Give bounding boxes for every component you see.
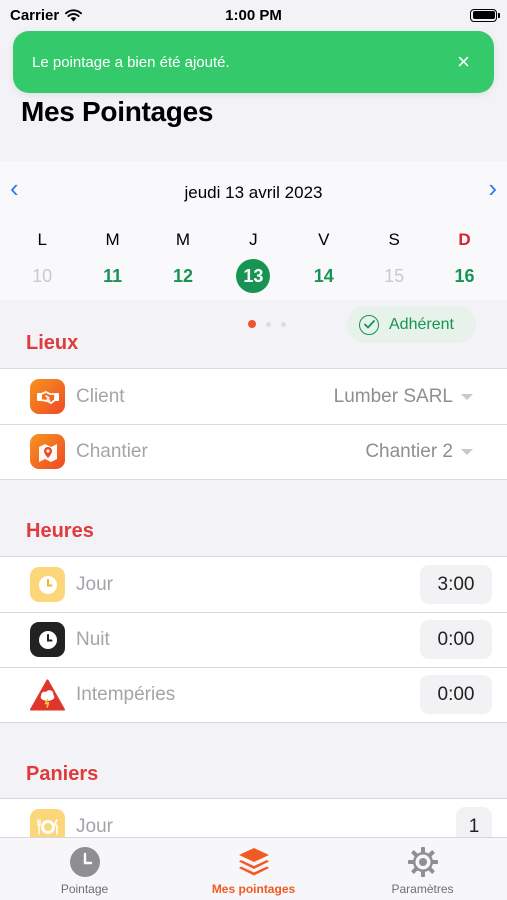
heures-jour-row[interactable]: Jour 3:00 <box>0 557 507 612</box>
day-number-selected: 13 <box>236 259 271 293</box>
layers-icon <box>238 848 269 876</box>
chantier-value: Chantier 2 <box>365 440 453 462</box>
storm-warning-icon <box>30 677 65 712</box>
badge-label: Adhérent <box>389 315 454 333</box>
day-letter: M <box>105 230 120 249</box>
battery-icon <box>470 8 500 22</box>
carrier-label: Carrier <box>10 6 60 24</box>
chantier-label: Chantier <box>76 440 148 462</box>
day-number: 11 <box>103 265 123 286</box>
heures-nuit-value[interactable]: 0:00 <box>420 620 492 659</box>
day-letter: S <box>388 230 400 249</box>
section-title-heures: Heures <box>26 520 94 542</box>
checkmark-circle-icon <box>359 314 379 335</box>
day-sunday[interactable]: D 16 <box>429 229 499 293</box>
clock-icon <box>69 847 100 877</box>
heures-jour-label: Jour <box>76 573 113 595</box>
day-letter: M <box>175 230 191 249</box>
day-number: 16 <box>454 265 475 286</box>
carrier-info: Carrier <box>10 6 83 24</box>
day-letter: V <box>318 230 330 249</box>
lieux-group: Client Lumber SARL Chantier Chantier 2 <box>0 368 507 480</box>
day-number: 15 <box>384 265 405 286</box>
intemperies-label: Intempéries <box>76 683 176 705</box>
heures-jour-value[interactable]: 3:00 <box>420 565 492 604</box>
heures-group: Jour 3:00 Nuit 0:00 Intempéries 0:00 <box>0 556 507 723</box>
close-icon[interactable]: × <box>457 51 470 73</box>
page-dot <box>281 321 286 327</box>
day-saturday[interactable]: S 15 <box>359 229 429 293</box>
client-label: Client <box>76 385 125 407</box>
toast-message: Le pointage a bien été ajouté. <box>32 53 230 71</box>
page-dot-active <box>248 320 256 328</box>
adherent-badge[interactable]: Adhérent <box>347 306 476 343</box>
heures-nuit-label: Nuit <box>76 628 110 650</box>
tab-label: Pointage <box>60 882 109 896</box>
day-monday[interactable]: L 10 <box>7 229 77 293</box>
week-calendar: ‹ jeudi 13 avril 2023 › L 10 M 11 M 12 J… <box>0 161 507 300</box>
client-row[interactable]: Client Lumber SARL <box>0 369 507 424</box>
section-title-paniers: Paniers <box>26 763 99 785</box>
clock-icon <box>30 567 65 602</box>
chevron-right-icon[interactable]: › <box>488 175 497 201</box>
page-indicator[interactable] <box>248 320 286 328</box>
day-thursday[interactable]: J 13 <box>218 229 288 293</box>
client-value: Lumber SARL <box>333 385 453 407</box>
tab-parametres[interactable]: Paramètres <box>338 838 507 900</box>
tab-pointage[interactable]: Pointage <box>0 838 169 900</box>
day-letter: D <box>458 230 471 249</box>
success-toast: Le pointage a bien été ajouté. × <box>13 31 494 93</box>
day-friday[interactable]: V 14 <box>289 229 359 293</box>
clock-icon <box>30 622 65 657</box>
page-title: Mes Pointages <box>21 96 214 127</box>
section-title-lieux: Lieux <box>26 332 79 354</box>
gear-icon <box>407 847 438 877</box>
handshake-icon <box>30 379 65 414</box>
week-days: L 10 M 11 M 12 J 13 V 14 S 15 D 16 <box>7 229 500 293</box>
chantier-row[interactable]: Chantier Chantier 2 <box>0 424 507 479</box>
day-letter: J <box>249 230 258 249</box>
map-pin-icon <box>30 434 65 469</box>
intemperies-value[interactable]: 0:00 <box>420 675 492 714</box>
tab-label: Paramètres <box>391 882 454 896</box>
tab-bar: Pointage Mes pointages Paramètres <box>0 837 507 900</box>
day-number: 12 <box>172 265 193 286</box>
day-number: 14 <box>313 265 334 286</box>
tab-label: Mes pointages <box>211 882 296 896</box>
calendar-date-label: jeudi 13 avril 2023 <box>184 183 323 202</box>
tab-mes-pointages[interactable]: Mes pointages <box>169 838 338 900</box>
intemperies-row[interactable]: Intempéries 0:00 <box>0 667 507 722</box>
day-number: 10 <box>32 265 53 286</box>
day-wednesday[interactable]: M 12 <box>148 229 218 293</box>
wifi-icon <box>65 8 83 21</box>
chevron-down-icon <box>461 448 473 455</box>
paniers-jour-label: Jour <box>76 815 113 837</box>
chevron-down-icon <box>461 393 473 400</box>
status-bar: Carrier 1:00 PM <box>0 0 507 30</box>
page-dot <box>266 321 271 327</box>
heures-nuit-row[interactable]: Nuit 0:00 <box>0 612 507 667</box>
day-tuesday[interactable]: M 11 <box>77 229 147 293</box>
day-letter: L <box>37 230 47 249</box>
